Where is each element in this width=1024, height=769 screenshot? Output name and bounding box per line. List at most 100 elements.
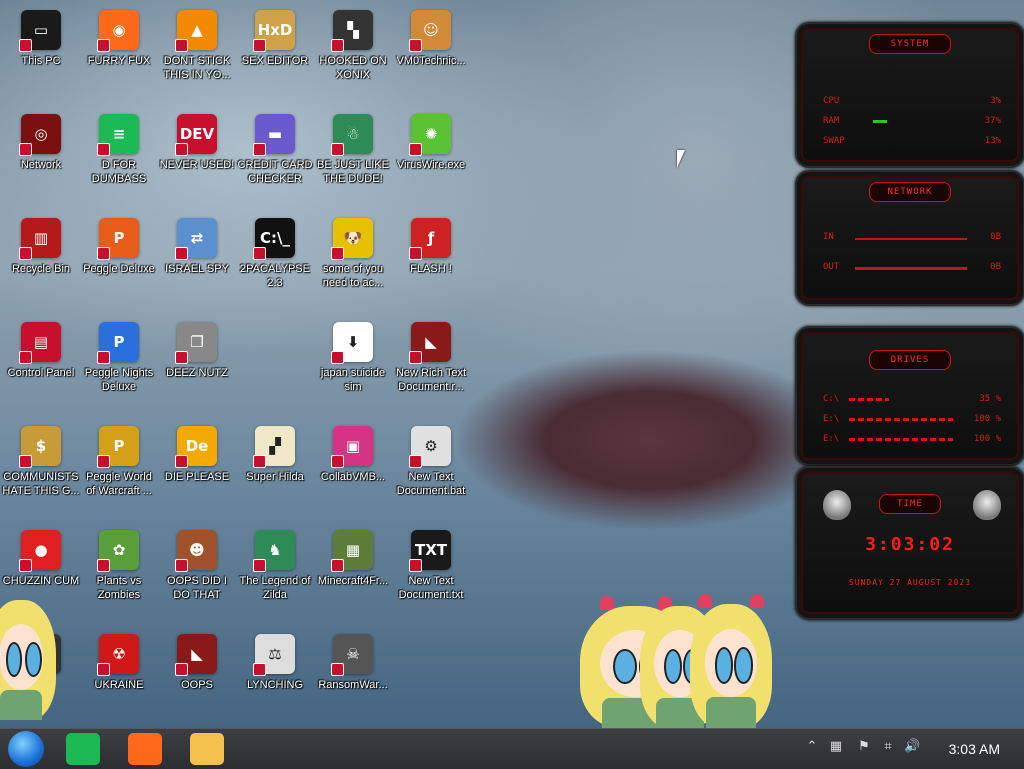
zelda-icon: ♞ [253,530,295,572]
cartoon-character-3 [690,594,772,728]
desktop-icon-ukraine[interactable]: ☢ UKRAINE [80,628,158,692]
desktop-icon-super-hilda[interactable]: ▞ Super Hilda [236,420,314,484]
drive-3-value: 100 % [973,434,1001,444]
desktop-icon-viruswire-exe[interactable]: ✺ VirusWire.exe [392,108,470,172]
notes-app-taskbar-icon[interactable] [66,733,100,765]
desktop-icon-deez-nutz[interactable]: ❐ DEEZ NUTZ [158,316,236,380]
desktop-icon-the-legend-of-zilda[interactable]: ♞ The Legend of Zilda [236,524,314,602]
window-stack-icon: ❐ [175,322,217,364]
technician-icon: ☺ [409,10,451,52]
desktop-icon-label: Peggle World of Warcraft ... [86,471,152,497]
network-in-label: IN [823,232,834,242]
desktop-icon-never-used[interactable]: DEV NEVER USED! [158,108,236,172]
app-tray-icon[interactable]: ▦ [828,739,844,755]
desktop-icon-sex-editor[interactable]: HxD SEX EDITOR [236,4,314,68]
desktop-icon-furry-fux[interactable]: ◉ FURRY FUX [80,4,158,68]
desktop-icon-be-just-like-the-dude[interactable]: ☃ BE JUST LIKE THE DUDE! [314,108,392,186]
taskbar-clock[interactable]: 3:03 AM [949,741,1000,757]
desktop-icon-chuzzin-cum[interactable]: ● CHUZZIN CUM [2,524,80,588]
shortcut-arrow-icon [253,663,266,676]
shortcut-arrow-icon [19,143,32,156]
desktop-icon-label: Super Hilda [246,471,304,483]
desktop-icon-new-text-document-bat[interactable]: ⚙ New Text Document.bat [392,420,470,498]
desktop-icon-label: OOPS DID I DO THAT [167,575,227,601]
notes-app-icon: ≡ [97,114,139,156]
desktop-icon-plants-vs-zombies[interactable]: ✿ Plants vs Zombies [80,524,158,602]
swap-value: 13% [984,136,1001,146]
desktop-icon-2pacalypse-2-3[interactable]: C:\_ 2PACALYPSE 2.3 [236,212,314,290]
desktop: ▭ This PC ◉ FURRY FUX ▲ DONT STICK THIS IN YO… [0,0,1024,728]
desktop-icon-oops-did-i-do-that[interactable]: ☻ OOPS DID I DO THAT [158,524,236,602]
desktop-icon-recycle-bin[interactable]: ▥ Recycle Bin [2,212,80,276]
desktop-icon-label: Recycle Bin [11,263,71,275]
desktop-icon-ransomwar[interactable]: ☠ RansomWar... [314,628,392,692]
desktop-icon-label: Minecraft4Fr... [317,575,389,587]
desktop-icon-label: D FOR DUMBASS [91,159,147,185]
shortcut-arrow-icon [253,455,266,468]
portrait-icon: ☻ [175,530,217,572]
oops-icon: ◣ [175,634,217,676]
mouse-pointer-icon [677,150,685,168]
desktop-icon-minecraft4fr[interactable]: ▦ Minecraft4Fr... [314,524,392,588]
desktop-icon-new-text-document-txt[interactable]: TXT New Text Document.txt [392,524,470,602]
shortcut-arrow-icon [175,247,188,260]
desktop-icon-d-for-dumbass[interactable]: ≡ D FOR DUMBASS [80,108,158,186]
desktop-icon-japan-suicide-sim[interactable]: ⬇ japan suicide sim [314,316,392,394]
desktop-icon-oops[interactable]: ◣ OOPS [158,628,236,692]
xonix-game-icon: ▚ [331,10,373,52]
shortcut-arrow-icon [253,247,266,260]
time-widget-title: TIME [879,494,941,514]
file-explorer-taskbar-icon[interactable] [190,733,224,765]
shortcut-arrow-icon [409,455,422,468]
desktop-icon-dont-stick-this-in-yo[interactable]: ▲ DONT STICK THIS IN YO... [158,4,236,82]
desktop-icon-die-please[interactable]: De DIE PLEASE [158,420,236,484]
desktop-icon-collabvmb[interactable]: ▣ CollabVMB... [314,420,392,484]
desktop-icon-hooked-on-xonix[interactable]: ▚ HOOKED ON XONIX [314,4,392,82]
desktop-icon-label: RansomWar... [318,679,388,691]
chevron-up-icon[interactable]: ⌃ [804,739,820,755]
desktop-icon-label: New Text Document.txt [398,575,464,601]
swap-label: SWAP [823,136,845,146]
santa-dude-icon: ☃ [331,114,373,156]
desktop-icon-some-of-you-need-to-ac[interactable]: 🐶 some of you need to ac... [314,212,392,290]
desktop-icon-israel-spy[interactable]: ⇄ ISRAEL SPY [158,212,236,276]
desktop-icon-lynching[interactable]: ⚖ LYNCHING [236,628,314,692]
shortcut-arrow-icon [409,351,422,364]
ram-row: RAM 37% [823,116,1001,128]
alien-head-right-icon [973,490,1001,520]
text-file-icon: TXT [409,530,451,572]
desktop-icon-new-rich-text-document-r[interactable]: ◣ New Rich Text Document.r... [392,316,470,394]
control-panel-icon: ▤ [19,322,61,364]
swap-row: SWAP 13% [823,136,1001,148]
flag-icon[interactable]: ⚑ [856,739,872,755]
desktop-icon-flash[interactable]: ƒ FLASH ! [392,212,470,276]
desktop-icon-peggle-nights-deluxe[interactable]: P Peggle Nights Deluxe [80,316,158,394]
desktop-icon-this-pc[interactable]: ▭ This PC [2,4,80,68]
desktop-icon-communists-hate-this-g[interactable]: $ COMMUNISTS HATE THIS G... [2,420,80,498]
japan-sim-icon: ⬇ [331,322,373,364]
desktop-icon-credit-card-checker[interactable]: ▬ CREDIT CARD CHECKER [236,108,314,186]
desktop-icon-peggle-deluxe[interactable]: P Peggle Deluxe [80,212,158,276]
network-widget: NETWORK IN 0B OUT 0B [795,170,1024,306]
shortcut-arrow-icon [19,247,32,260]
desktop-icon-label: VirusWire.exe [396,159,466,171]
drive-2-label: E:\ [823,414,840,424]
desktop-icon-vm0technic[interactable]: ☺ VM0Technic... [392,4,470,68]
network-tray-icon[interactable]: ⌗ [880,739,896,755]
drive-1-label: C:\ [823,394,840,404]
radiation-icon: ☢ [97,634,139,676]
desktop-icon-control-panel[interactable]: ▤ Control Panel [2,316,80,380]
desktop-icon-label: OOPS [181,679,213,691]
credit-card-icon: ▬ [253,114,295,156]
start-orb-icon[interactable] [8,731,44,767]
desktop-icon-label: COMMUNISTS HATE THIS G... [2,471,80,497]
drives-widget: DRIVES C:\ 35 % E:\ 100 % E:\ 100 % [795,326,1024,466]
virtualbox-icon: ▣ [331,426,373,468]
desktop-icon-label: Control Panel [7,367,75,379]
peggle-nights-icon: P [97,322,139,364]
firefox-taskbar-icon[interactable] [128,733,162,765]
desktop-icon-network[interactable]: ◎ Network [2,108,80,172]
desktop-icon-peggle-world-of-warcraft[interactable]: P Peggle World of Warcraft ... [80,420,158,498]
volume-icon[interactable]: 🔊 [904,739,920,755]
drive-3-bar [849,438,953,441]
